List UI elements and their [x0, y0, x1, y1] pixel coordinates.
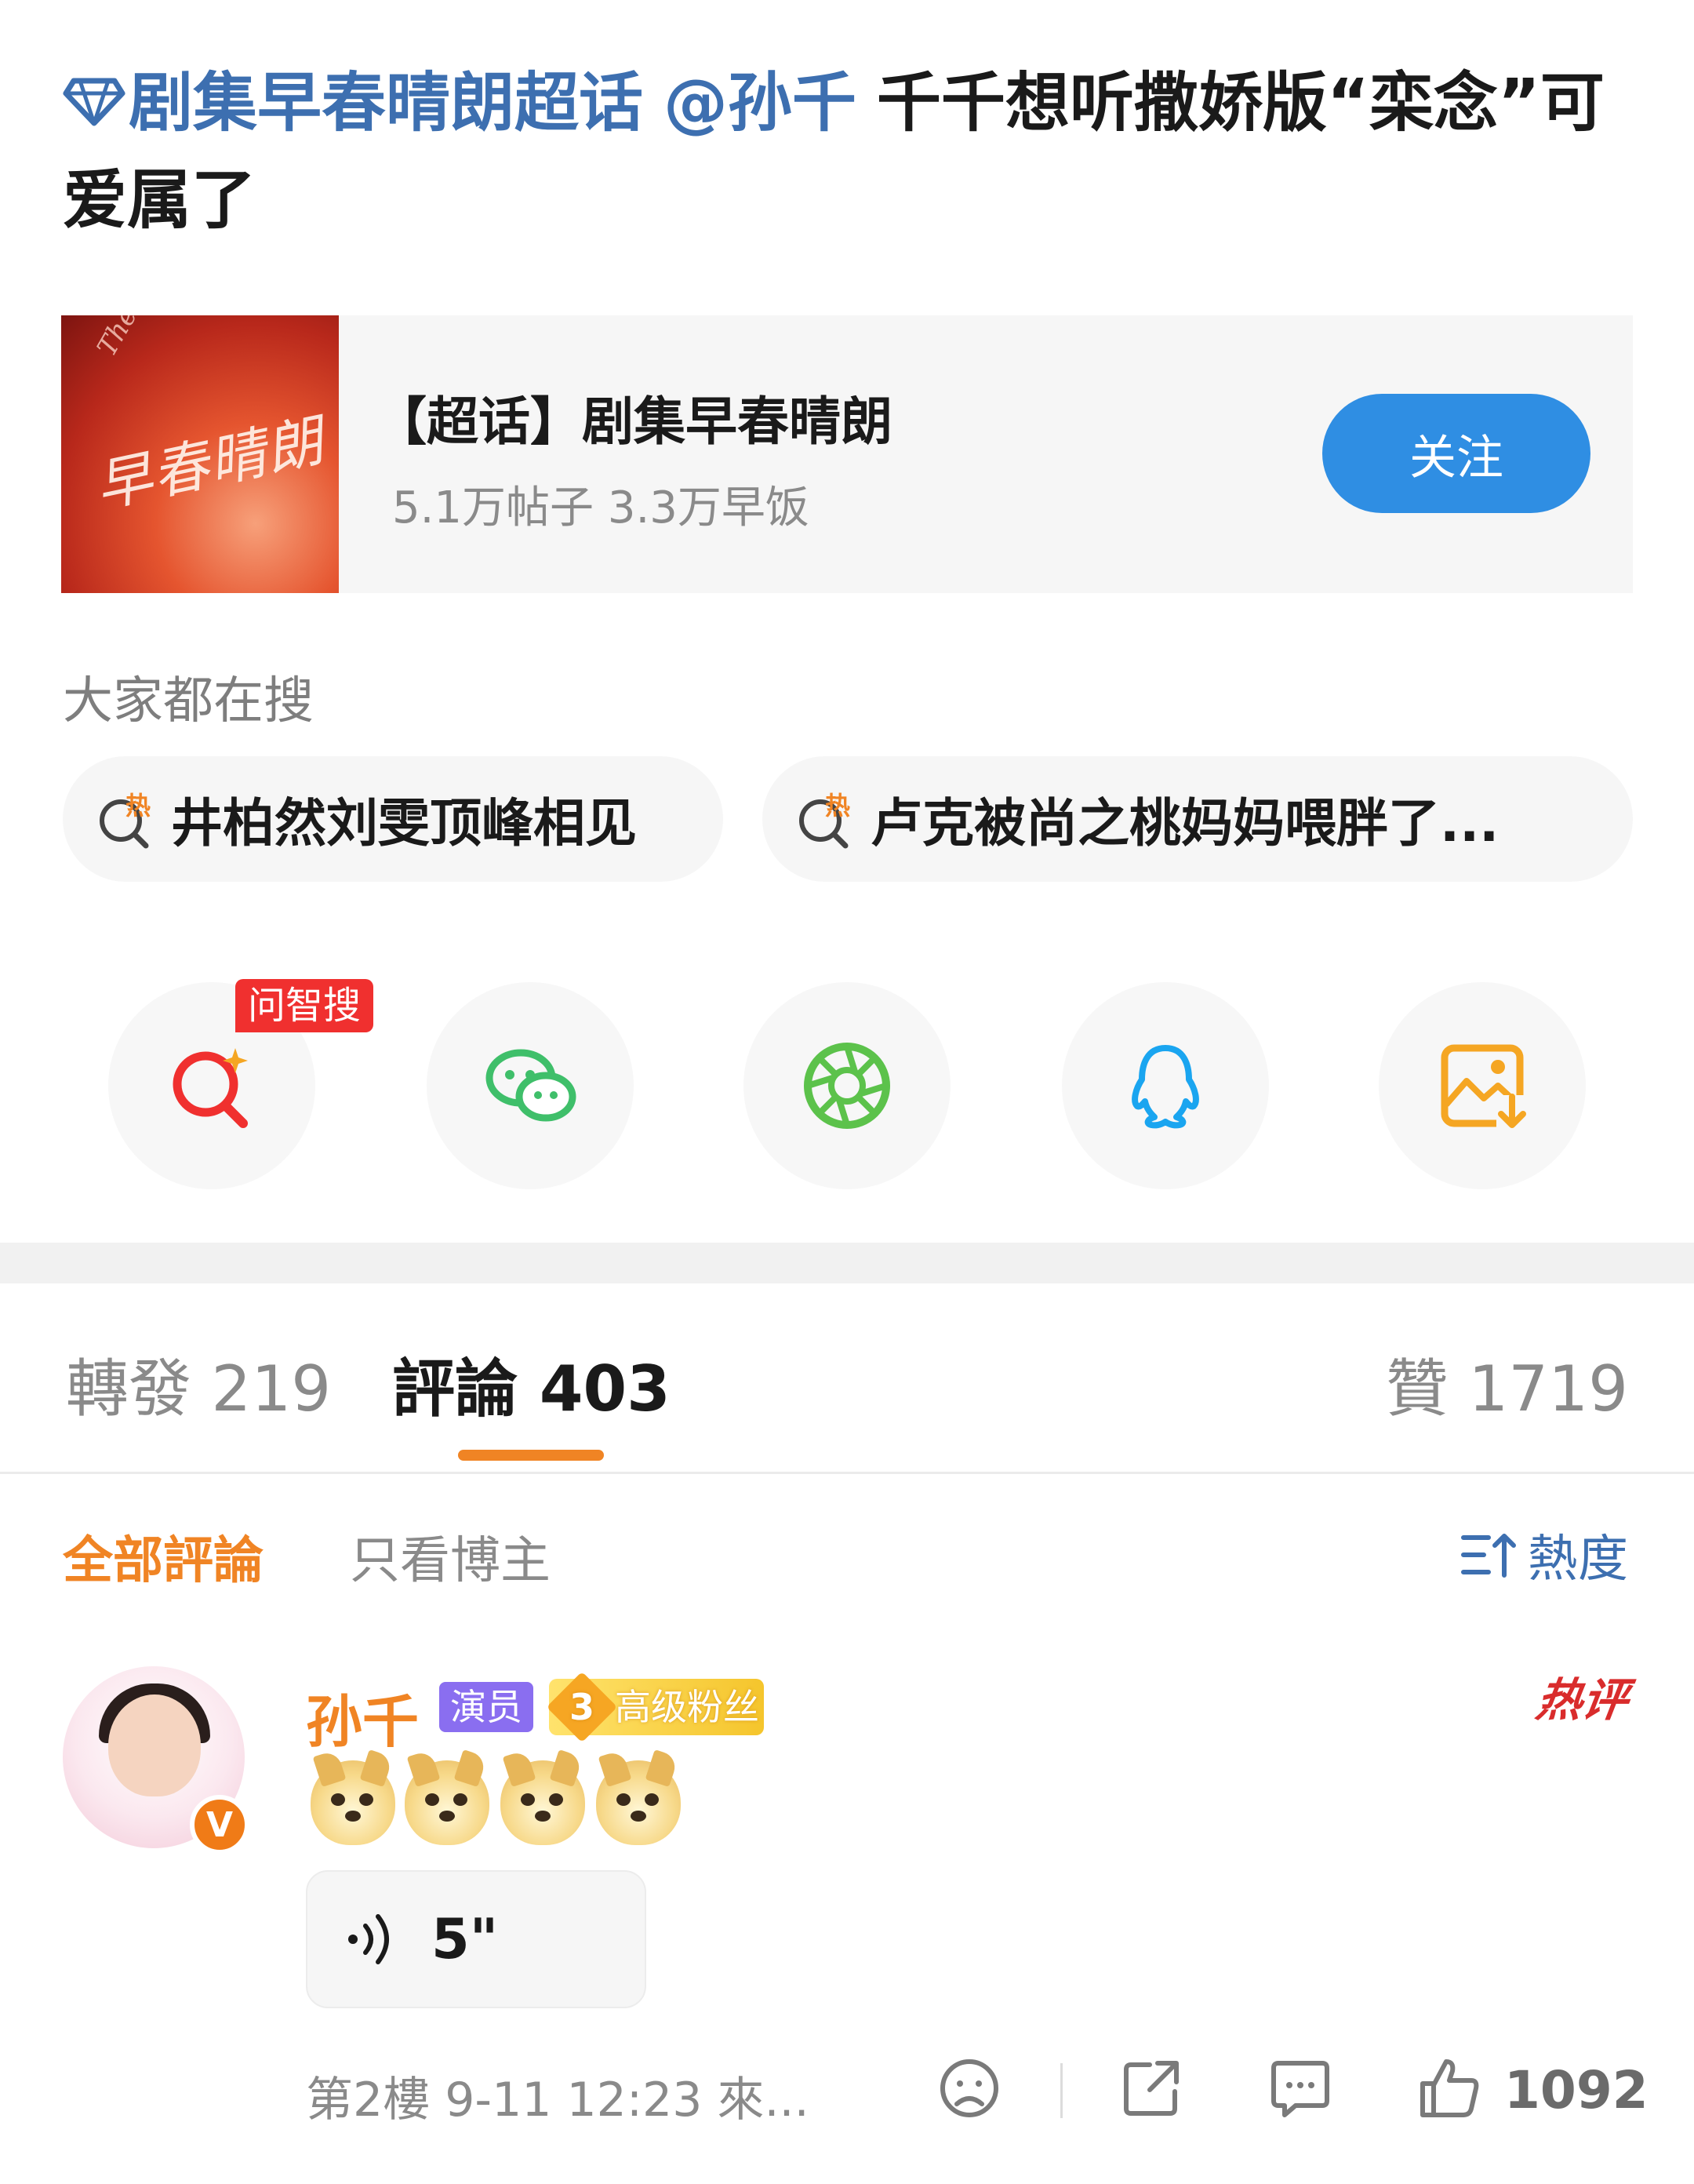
doge-emoji [500, 1760, 585, 1845]
filter-all-comments[interactable]: 全部評論 [63, 1520, 264, 1592]
sort-button[interactable]: 熱度 [1460, 1519, 1628, 1591]
ai-search-icon [173, 1048, 248, 1128]
save-image-icon [1441, 1044, 1528, 1131]
fan-level-label: 高级粉丝 [615, 1686, 759, 1728]
like-count: 1092 [1504, 2060, 1649, 2120]
comment-username[interactable]: 孙千 [306, 1676, 419, 1758]
topic-cover-image: The Early Spring 早春晴朗 [61, 315, 339, 593]
super-topic-link[interactable]: 剧集早春晴朗超话 [129, 66, 643, 140]
share-comment-button[interactable] [1118, 2055, 1184, 2121]
section-gap [0, 1243, 1694, 1283]
action-divider [1060, 2063, 1063, 2118]
comment-meta: 第2樓 9-11 12:23 來... [306, 2073, 809, 2128]
svg-text:热: 热 [125, 791, 151, 821]
share-qq-button[interactable] [1062, 982, 1269, 1189]
hot-comment-badge: 热评 [1532, 1673, 1632, 1727]
trending-chip-label: 卢克被尚之桃妈妈喂胖了... [871, 793, 1500, 854]
trending-chip[interactable]: 热 井柏然刘雯顶峰相见 [63, 756, 723, 882]
ask-badge: 问智搜 [235, 979, 374, 1032]
qq-icon [1132, 1045, 1199, 1129]
comment-icon [1271, 2061, 1329, 2117]
share-moments-button[interactable] [743, 982, 951, 1189]
voice-duration: 5" [431, 1907, 499, 1971]
moments-icon [804, 1043, 890, 1129]
svg-text:热: 热 [825, 791, 850, 821]
sort-icon [1461, 1534, 1516, 1578]
fan-level-number: 3 [569, 1686, 594, 1728]
tab-comments[interactable]: 評論 403 [392, 1338, 671, 1429]
voice-message[interactable]: 5" [306, 1870, 646, 2008]
mention-link[interactable]: @孙千 [663, 66, 856, 140]
topic-card-title: 【超话】剧集早春晴朗 [375, 391, 892, 452]
save-image-button[interactable] [1379, 982, 1586, 1189]
reply-button[interactable] [1267, 2055, 1333, 2121]
dislike-button[interactable] [936, 2055, 1002, 2121]
like-button[interactable] [1416, 2055, 1482, 2121]
hot-search-icon: 热 [100, 791, 151, 849]
role-tag: 演员 [439, 1682, 533, 1732]
filter-owner-only[interactable]: 只看博主 [350, 1520, 551, 1592]
trending-chip-label: 井柏然刘雯顶峰相见 [171, 793, 637, 854]
trending-heading: 大家都在搜 [63, 672, 314, 730]
share-icon [1124, 2061, 1179, 2116]
post-text: 剧集早春晴朗超话 @孙千 千千想听撒娇版“栾念”可爱属了 [63, 55, 1647, 249]
thumbs-up-icon [1420, 2059, 1479, 2117]
topic-card-stats: 5.1万帖子 3.3万早饭 [392, 482, 809, 533]
diamond-icon [63, 78, 125, 126]
share-wechat-button[interactable] [427, 982, 634, 1189]
tab-repost[interactable]: 轉發 219 [66, 1338, 331, 1429]
hot-search-icon: 热 [799, 791, 850, 849]
cover-title: 早春晴朗 [89, 407, 330, 520]
cover-english-title: The Early Spring [91, 315, 233, 362]
fan-level-tag[interactable]: 3 高级粉丝 [546, 1671, 764, 1743]
follow-button[interactable]: 关注 [1322, 394, 1590, 513]
active-tab-indicator [458, 1450, 604, 1461]
verified-badge: V [190, 1795, 249, 1855]
doge-emoji [596, 1760, 681, 1845]
sort-label: 熱度 [1528, 1531, 1628, 1589]
audio-wave-icon [348, 1914, 389, 1964]
doge-emoji [311, 1760, 395, 1845]
trending-chip[interactable]: 热 卢克被尚之桃妈妈喂胖了... [762, 756, 1633, 882]
tab-divider [0, 1472, 1694, 1474]
doge-emoji [405, 1760, 489, 1845]
wechat-icon [485, 1049, 576, 1122]
avatar[interactable]: V [63, 1666, 249, 1855]
tab-likes[interactable]: 贊 1719 [1386, 1338, 1628, 1429]
super-topic-card[interactable]: The Early Spring 早春晴朗 【超话】剧集早春晴朗 5.1万帖子 … [61, 315, 1633, 593]
sad-face-icon [940, 2059, 998, 2117]
